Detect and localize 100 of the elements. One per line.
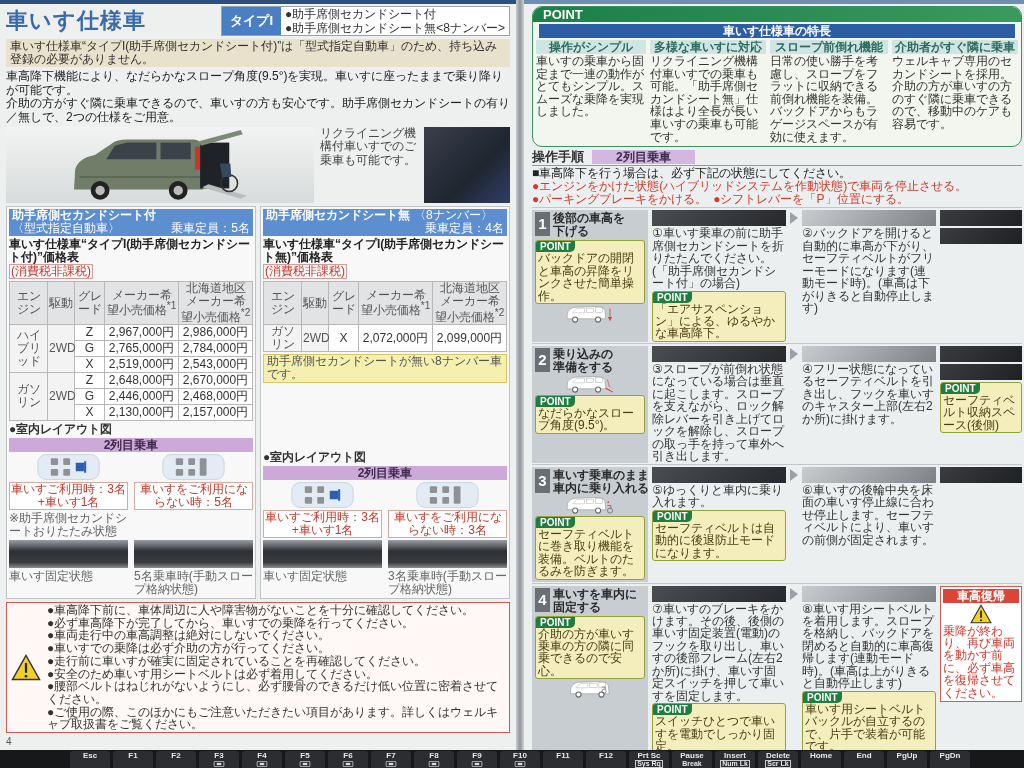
variant-label: ●助手席側セカンドシート付 xyxy=(285,7,438,21)
column-header: グレード xyxy=(74,281,105,325)
card-header-note: 〈8ナンバー〉 xyxy=(414,209,493,223)
keyboard-key: F2 xyxy=(156,751,196,768)
page-number: 4 xyxy=(6,736,12,748)
column-header: エンジン xyxy=(9,281,48,325)
step-title: 車内に乗り入れる xyxy=(553,481,649,495)
tax-note: (消費税非課税) xyxy=(9,263,93,280)
warning-text: ●車両走行中の車高調整は絶対にしないでください。 xyxy=(47,629,331,643)
keyboard-key: F11 xyxy=(543,751,583,768)
keyboard-key: Home xyxy=(801,751,841,768)
feature-text: 車いすの乗車から固定まで一連の動作がとてもシンプル。スムーズな乗降を実現しました。 xyxy=(536,55,645,118)
keyboard-key: PgDn xyxy=(930,751,970,768)
keyboard-key: F1 xyxy=(113,751,153,768)
point-banner: POINT xyxy=(533,7,1021,22)
key-symbol-icon xyxy=(299,761,311,767)
table-cell: 2,099,000円 xyxy=(432,324,507,352)
table-title: 車いす仕様車“タイプI(助手席側セカンドシート無)”価格表 xyxy=(263,237,506,264)
card-header-title: 助手席側セカンドシート付 xyxy=(12,209,156,223)
photo-caption: 車いす固定状態 xyxy=(9,569,94,585)
keyboard-key: F5 xyxy=(285,751,325,768)
photo-caption: ③スロープが前倒れ状態になっている場合は垂直に起こします。スロープを支えながら、ロック解除レバーを引き上げてロックを解除し、スロープの取っ手を持って車外へ引き出します。 xyxy=(652,362,786,463)
section-heading: 操作手順 xyxy=(532,149,584,165)
layout-caption: 車いすご利用時：3名+車いす1名 xyxy=(9,482,128,510)
van-outline-drawing xyxy=(566,375,614,393)
keyboard-key: F10 xyxy=(500,751,540,768)
keyboard-key: PgUp xyxy=(887,751,927,768)
arrow-right-icon xyxy=(790,587,798,600)
column-header: メーカー希望小売価格$^{*1}$ xyxy=(358,281,433,325)
warning-text: ●腰部ベルトはねじれがないようにし、必ず腰骨のできるだけ低い位置に密着させてください。 xyxy=(47,680,500,706)
warning-icon xyxy=(970,603,992,624)
step-title: 車いす乗車のまま xyxy=(553,468,649,482)
capacity-label: 乗車定員：5名 xyxy=(171,222,250,236)
point-label: POINT xyxy=(653,510,692,522)
column-header: 駆動 xyxy=(301,281,329,325)
point-label: POINT xyxy=(803,691,842,703)
section-heading: ●室内レイアウト図 xyxy=(263,450,368,464)
van-outline-drawing xyxy=(566,496,614,514)
card-header-note: 〈型式指定自動車〉 xyxy=(12,222,120,236)
keyboard-key: F3 xyxy=(199,751,239,768)
keyboard-key: Esc xyxy=(70,751,110,768)
photo-caption: ⑥車いすの後輪中央を床面の車いす停止線に合わせ停止します。セーフティベルトにより、車いすの前側が固定されます。 xyxy=(802,483,935,546)
key-symbol-icon xyxy=(342,761,354,767)
keyboard-key: F6 xyxy=(328,751,368,768)
step-title: 固定する xyxy=(553,600,601,614)
key-symbol-icon xyxy=(471,761,483,767)
tax-note: (消費税非課税) xyxy=(263,263,347,280)
photo-caption: 車いす固定状態 xyxy=(263,569,348,585)
column-header: グレード xyxy=(328,281,359,325)
van-outline-drawing xyxy=(566,306,614,324)
arrow-right-icon xyxy=(790,212,798,225)
warning-text: ●車高降下前に、車体周辺に人や障害物がないことを十分に確認してください。 xyxy=(47,603,476,617)
condition-intro: ■車高降下を行う場合は、必ず下記の状態にしてください。 xyxy=(532,167,853,181)
photo-caption: 5名乗車時(手動スロープ格納状態) xyxy=(134,569,253,596)
keyboard-key: F8 xyxy=(414,751,454,768)
table-cell: ハイブリッド xyxy=(9,324,48,373)
step-number: 3 xyxy=(535,468,550,493)
point-text: 介助の方が車いす乗車の方の隣に同乗できるので安心。 xyxy=(537,627,635,679)
photo-caption: ④フリー状態になっているセーフティベルトを引き出し、フックを車いすのキャスター上部(左右2か所)に掛けます。 xyxy=(802,362,935,426)
keyboard-key: F9 xyxy=(457,751,497,768)
step-title: 下げる xyxy=(553,225,590,239)
warning-title: 車高復帰 xyxy=(943,588,1019,603)
feature-title: スロープ前倒れ機能 xyxy=(770,40,888,54)
condition-item: ●シフトレバーを「P」位置にする。 xyxy=(713,193,909,207)
capacity-label: 乗車定員：4名 xyxy=(425,222,504,236)
note-label: 助手席側セカンドシートが無い8ナンバー車です。 xyxy=(263,354,507,383)
point-label: POINT xyxy=(536,616,575,628)
condition-item: ●パーキングブレーキをかける。 xyxy=(532,193,708,207)
warning-text: 乗降が終わり、再び車両を動かす前に、必ず車高を復帰させてください。 xyxy=(943,624,1016,700)
arrow-right-icon xyxy=(790,468,798,481)
table-cell: 2,072,000円 xyxy=(358,324,433,352)
step-title: 後部の車高を xyxy=(553,212,625,226)
condition-item: ●エンジンをかけた状態(ハイブリッドシステムを作動状態)で車両を停止させる。 xyxy=(532,180,968,194)
photo-caption: ⑦車いすのブレーキをかけます。その後、後側の車いす固定装置(電動)のフックを取り出し、車いすの後部フレーム(左右2か所)に掛け、車いす固定スイッチを押して車いすを固定します。 xyxy=(652,602,785,703)
key-symbol-icon xyxy=(514,761,526,767)
feature-text: リクライニング機構付車いすでの乗車も可能。「助手席側セカンドシート無」仕様はより全長が長い車いすの乗車も可能です。 xyxy=(650,55,759,144)
point-text: バックドアの開閉と車高の昇降をリンクさせた簡単操作。 xyxy=(537,252,635,304)
keyboard-key: F12 xyxy=(586,751,626,768)
photo-caption: ⑧車いす用シートベルトを着用します。スロープを格納し、バックドアを閉めると自動的に車高復帰します(連動モード時)。(車高は上がりきると自動停止します) xyxy=(802,602,936,690)
warning-text: ●車いすでの乗降は必ず介助の方が行ってください。 xyxy=(47,642,331,655)
warning-text: ●走行前に車いすが確実に固定されていることを再確認してください。 xyxy=(47,654,428,668)
card-header-title: 助手席側セカンドシート無 xyxy=(266,209,410,223)
key-symbol-icon xyxy=(428,761,440,767)
type-label: タイプI xyxy=(222,7,282,35)
notice-bar: 車いす仕様車“タイプI(助手席側セカンドシート付)”は「型式指定自動車」のため、持ち込み登録の必要がありません。 xyxy=(6,39,510,68)
row-banner: 2列目乗車 xyxy=(9,438,253,453)
point-text: セーフティベルトに巻き取り機能を装備。ベルトのたるみを防ぎます。 xyxy=(537,527,635,579)
variant-label: ●助手席側セカンドシート無<8ナンバー> xyxy=(285,21,505,35)
page-title: 車いす仕様車 xyxy=(6,8,146,34)
warning-icon xyxy=(11,654,41,681)
column-header: 北海道地区メーカー希望小売価格$^{*2}$ xyxy=(432,281,507,325)
key-symbol-icon xyxy=(213,761,225,767)
table-cell: ガソリン xyxy=(9,372,48,421)
step-title: 車いすを車内に xyxy=(553,587,637,601)
column-header: 北海道地区メーカー希望小売価格$^{*2}$ xyxy=(178,281,253,325)
step-title: 準備をする xyxy=(553,360,613,374)
step-title: 乗り込みの xyxy=(553,347,613,361)
point-label: POINT xyxy=(536,395,575,407)
column-header: 駆動 xyxy=(47,281,75,325)
features-heading: 車いす仕様車の特長 xyxy=(539,24,1015,38)
